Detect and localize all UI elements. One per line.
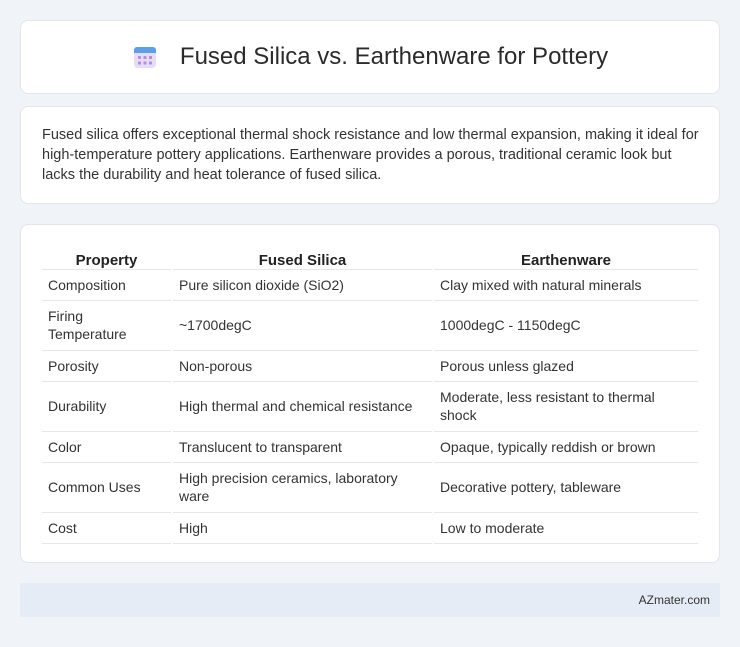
fused-silica-cell: High [171,512,433,544]
fused-silica-cell: Non-porous [171,350,433,382]
earthenware-cell: 1000degC - 1150degC [432,300,698,351]
table-row: Durability High thermal and chemical res… [42,381,698,432]
property-cell: Common Uses [42,462,172,513]
earthenware-cell: Decorative pottery, tableware [432,462,698,513]
table-card: Property Fused Silica Earthenware Compos… [20,224,720,563]
page-title: Fused Silica vs. Earthenware for Pottery [179,43,609,70]
table-row: Porosity Non-porous Porous unless glazed [42,350,698,382]
column-header-earthenware: Earthenware [432,247,698,270]
table-row: Composition Pure silicon dioxide (SiO2) … [42,269,698,301]
earthenware-cell: Clay mixed with natural minerals [432,269,698,301]
fused-silica-cell: High precision ceramics, laboratory ware [171,462,433,513]
comparison-table: Property Fused Silica Earthenware Compos… [42,247,698,544]
table-row: Color Translucent to transparent Opaque,… [42,431,698,463]
property-cell: Color [42,431,172,463]
property-cell: Durability [42,381,172,432]
fused-silica-cell: ~1700degC [171,300,433,351]
fused-silica-cell: Pure silicon dioxide (SiO2) [171,269,433,301]
property-cell: Composition [42,269,172,301]
fused-silica-cell: High thermal and chemical resistance [171,381,433,432]
earthenware-cell: Low to moderate [432,512,698,544]
title-card: Fused Silica vs. Earthenware for Pottery [20,20,720,94]
fused-silica-cell: Translucent to transparent [171,431,433,463]
earthenware-cell: Moderate, less resistant to thermal shoc… [432,381,698,432]
summary-card: Fused silica offers exceptional thermal … [20,106,720,204]
table-row: Firing Temperature ~1700degC 1000degC - … [42,300,698,351]
column-header-fused-silica: Fused Silica [171,247,433,270]
property-cell: Firing Temperature [42,300,172,351]
title-wrap: Fused Silica vs. Earthenware for Pottery [132,43,608,71]
column-header-property: Property [42,247,172,270]
property-cell: Porosity [42,350,172,382]
table-row: Cost High Low to moderate [42,512,698,544]
table-row: Common Uses High precision ceramics, lab… [42,462,698,513]
property-cell: Cost [42,512,172,544]
calendar-icon [133,47,156,68]
footer-brand[interactable]: AZmater.com [639,593,710,607]
earthenware-cell: Opaque, typically reddish or brown [432,431,698,463]
footer: AZmater.com [20,583,720,617]
summary-text: Fused silica offers exceptional thermal … [42,127,699,183]
table-header-row: Property Fused Silica Earthenware [42,247,698,270]
earthenware-cell: Porous unless glazed [432,350,698,382]
